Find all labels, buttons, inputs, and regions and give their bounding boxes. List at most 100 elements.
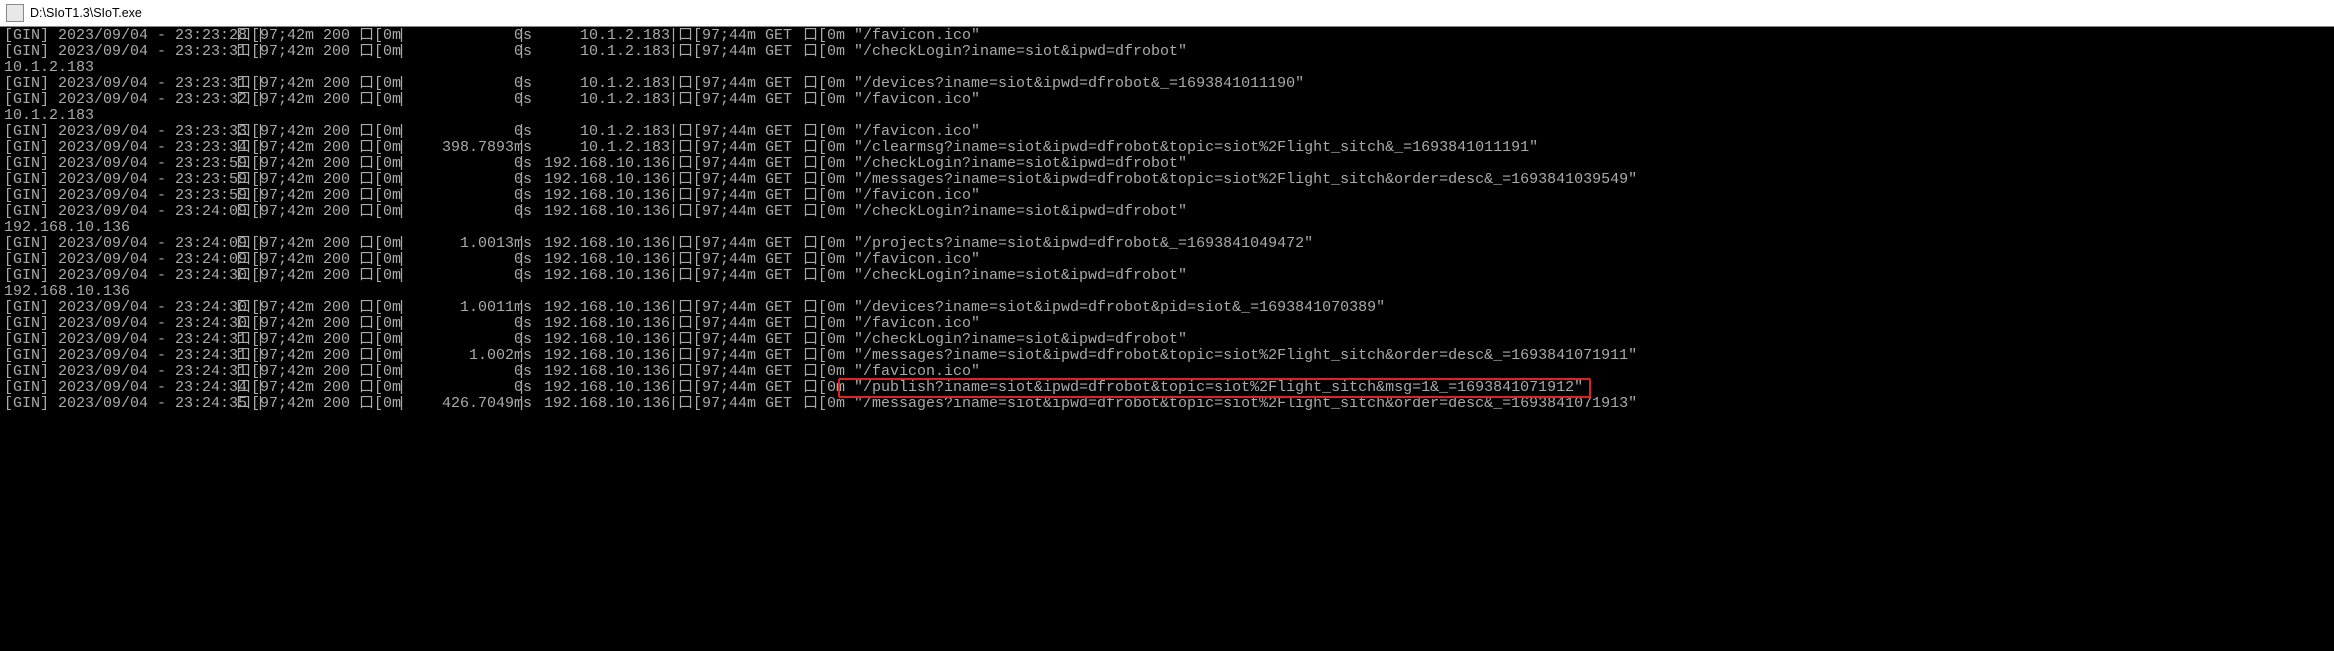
- window-title: D:\SIoT1.3\SIoT.exe: [30, 5, 142, 21]
- log-line: [GIN] 2023/09/04 - 23:23:33 |口[97;42m 20…: [4, 124, 2330, 140]
- log-line: [GIN] 2023/09/04 - 23:24:30 |口[97;42m 20…: [4, 316, 2330, 332]
- status-code: 口[97;42m 200 口[0m: [236, 188, 388, 204]
- log-line: [GIN] 2023/09/04 - 23:24:30 |口[97;42m 20…: [4, 268, 2330, 284]
- http-method: |口[97;44m GET: [660, 252, 794, 268]
- timestamp: [GIN] 2023/09/04 - 23:23:34 |: [4, 140, 236, 156]
- request-path: 口[0m "/devices?iname=siot&ipwd=dfrobot&p…: [794, 300, 1385, 316]
- log-line: [GIN] 2023/09/04 - 23:23:59 |口[97;42m 20…: [4, 172, 2330, 188]
- client-ip: | 192.168.10.136: [508, 172, 660, 188]
- log-line: [GIN] 2023/09/04 - 23:23:59 |口[97;42m 20…: [4, 156, 2330, 172]
- timestamp: [GIN] 2023/09/04 - 23:24:30 |: [4, 316, 236, 332]
- request-path: 口[0m "/favicon.ico": [794, 124, 980, 140]
- client-ip: | 10.1.2.183: [508, 124, 660, 140]
- status-code: 口[97;42m 200 口[0m: [236, 316, 388, 332]
- http-method: |口[97;44m GET: [660, 188, 794, 204]
- log-line: [GIN] 2023/09/04 - 23:23:32 |口[97;42m 20…: [4, 92, 2330, 108]
- duration: | 0s: [388, 204, 508, 220]
- status-code: 口[97;42m 200 口[0m: [236, 76, 388, 92]
- status-code: 口[97;42m 200 口[0m: [236, 364, 388, 380]
- client-ip: | 192.168.10.136: [508, 204, 660, 220]
- client-ip: | 192.168.10.136: [508, 268, 660, 284]
- timestamp: [GIN] 2023/09/04 - 23:23:31 |: [4, 44, 236, 60]
- status-code: 口[97;42m 200 口[0m: [236, 92, 388, 108]
- timestamp: [GIN] 2023/09/04 - 23:24:31 |: [4, 348, 236, 364]
- client-ip: | 192.168.10.136: [508, 380, 660, 396]
- status-code: 口[97;42m 200 口[0m: [236, 28, 388, 44]
- duration: | 0s: [388, 188, 508, 204]
- client-ip: | 10.1.2.183: [508, 76, 660, 92]
- request-path: 口[0m "/checkLogin?iname=siot&ipwd=dfrobo…: [794, 332, 1187, 348]
- client-ip: | 192.168.10.136: [508, 332, 660, 348]
- http-method: |口[97;44m GET: [660, 44, 794, 60]
- log-line: [GIN] 2023/09/04 - 23:24:31 |口[97;42m 20…: [4, 348, 2330, 364]
- highlight-box: [838, 378, 1591, 398]
- timestamp: [GIN] 2023/09/04 - 23:23:32 |: [4, 92, 236, 108]
- request-path: 口[0m "/favicon.ico": [794, 28, 980, 44]
- client-ip: | 192.168.10.136: [508, 348, 660, 364]
- http-method: |口[97;44m GET: [660, 348, 794, 364]
- app-icon: [6, 4, 24, 22]
- status-code: 口[97;42m 200 口[0m: [236, 172, 388, 188]
- timestamp: [GIN] 2023/09/04 - 23:24:30 |: [4, 300, 236, 316]
- client-ip-line: 192.168.10.136: [4, 284, 2330, 300]
- duration: | 0s: [388, 172, 508, 188]
- http-method: |口[97;44m GET: [660, 92, 794, 108]
- client-ip: | 192.168.10.136: [508, 252, 660, 268]
- duration: | 0s: [388, 316, 508, 332]
- status-code: 口[97;42m 200 口[0m: [236, 332, 388, 348]
- request-path: 口[0m "/favicon.ico": [794, 252, 980, 268]
- log-line: [GIN] 2023/09/04 - 23:24:09 |口[97;42m 20…: [4, 252, 2330, 268]
- client-ip: | 10.1.2.183: [508, 92, 660, 108]
- log-line: [GIN] 2023/09/04 - 23:24:31 |口[97;42m 20…: [4, 332, 2330, 348]
- timestamp: [GIN] 2023/09/04 - 23:24:09 |: [4, 236, 236, 252]
- client-ip: | 192.168.10.136: [508, 316, 660, 332]
- log-line: [GIN] 2023/09/04 - 23:23:59 |口[97;42m 20…: [4, 188, 2330, 204]
- log-line: [GIN] 2023/09/04 - 23:24:31 |口[97;42m 20…: [4, 364, 2330, 380]
- request-path: 口[0m "/messages?iname=siot&ipwd=dfrobot&…: [794, 396, 1637, 412]
- timestamp: [GIN] 2023/09/04 - 23:23:33 |: [4, 124, 236, 140]
- http-method: |口[97;44m GET: [660, 332, 794, 348]
- status-code: 口[97;42m 200 口[0m: [236, 268, 388, 284]
- duration: | 1.0011ms: [388, 300, 508, 316]
- status-code: 口[97;42m 200 口[0m: [236, 252, 388, 268]
- http-method: |口[97;44m GET: [660, 172, 794, 188]
- request-path: 口[0m "/favicon.ico": [794, 364, 980, 380]
- duration: | 0s: [388, 332, 508, 348]
- log-line: [GIN] 2023/09/04 - 23:24:09 |口[97;42m 20…: [4, 204, 2330, 220]
- http-method: |口[97;44m GET: [660, 236, 794, 252]
- http-method: |口[97;44m GET: [660, 380, 794, 396]
- request-path: 口[0m "/checkLogin?iname=siot&ipwd=dfrobo…: [794, 204, 1187, 220]
- request-path: 口[0m "/messages?iname=siot&ipwd=dfrobot&…: [794, 172, 1637, 188]
- log-line: [GIN] 2023/09/04 - 23:23:31 |口[97;42m 20…: [4, 44, 2330, 60]
- log-line: [GIN] 2023/09/04 - 23:24:30 |口[97;42m 20…: [4, 300, 2330, 316]
- status-code: 口[97;42m 200 口[0m: [236, 380, 388, 396]
- window-titlebar[interactable]: D:\SIoT1.3\SIoT.exe: [0, 0, 2334, 27]
- log-line: [GIN] 2023/09/04 - 23:24:35 |口[97;42m 20…: [4, 396, 2330, 412]
- timestamp: [GIN] 2023/09/04 - 23:24:31 |: [4, 332, 236, 348]
- status-code: 口[97;42m 200 口[0m: [236, 124, 388, 140]
- timestamp: [GIN] 2023/09/04 - 23:24:09 |: [4, 252, 236, 268]
- request-path: 口[0m "/checkLogin?iname=siot&ipwd=dfrobo…: [794, 44, 1187, 60]
- duration: | 0s: [388, 156, 508, 172]
- request-path: 口[0m "/devices?iname=siot&ipwd=dfrobot&_…: [794, 76, 1304, 92]
- duration: | 0s: [388, 124, 508, 140]
- duration: | 0s: [388, 92, 508, 108]
- status-code: 口[97;42m 200 口[0m: [236, 156, 388, 172]
- timestamp: [GIN] 2023/09/04 - 23:23:31 |: [4, 76, 236, 92]
- timestamp: [GIN] 2023/09/04 - 23:24:30 |: [4, 268, 236, 284]
- request-path: 口[0m "/publish?iname=siot&ipwd=dfrobot&t…: [794, 380, 1583, 396]
- timestamp: [GIN] 2023/09/04 - 23:24:35 |: [4, 396, 236, 412]
- http-method: |口[97;44m GET: [660, 316, 794, 332]
- status-code: 口[97;42m 200 口[0m: [236, 140, 388, 156]
- console-output: [GIN] 2023/09/04 - 23:23:28 |口[97;42m 20…: [0, 27, 2334, 420]
- timestamp: [GIN] 2023/09/04 - 23:23:59 |: [4, 172, 236, 188]
- duration: | 0s: [388, 380, 508, 396]
- client-ip: | 192.168.10.136: [508, 364, 660, 380]
- client-ip-line: 10.1.2.183: [4, 108, 2330, 124]
- client-ip: | 192.168.10.136: [508, 300, 660, 316]
- timestamp: [GIN] 2023/09/04 - 23:23:59 |: [4, 156, 236, 172]
- client-ip: | 192.168.10.136: [508, 396, 660, 412]
- request-path: 口[0m "/messages?iname=siot&ipwd=dfrobot&…: [794, 348, 1637, 364]
- http-method: |口[97;44m GET: [660, 396, 794, 412]
- duration: | 0s: [388, 28, 508, 44]
